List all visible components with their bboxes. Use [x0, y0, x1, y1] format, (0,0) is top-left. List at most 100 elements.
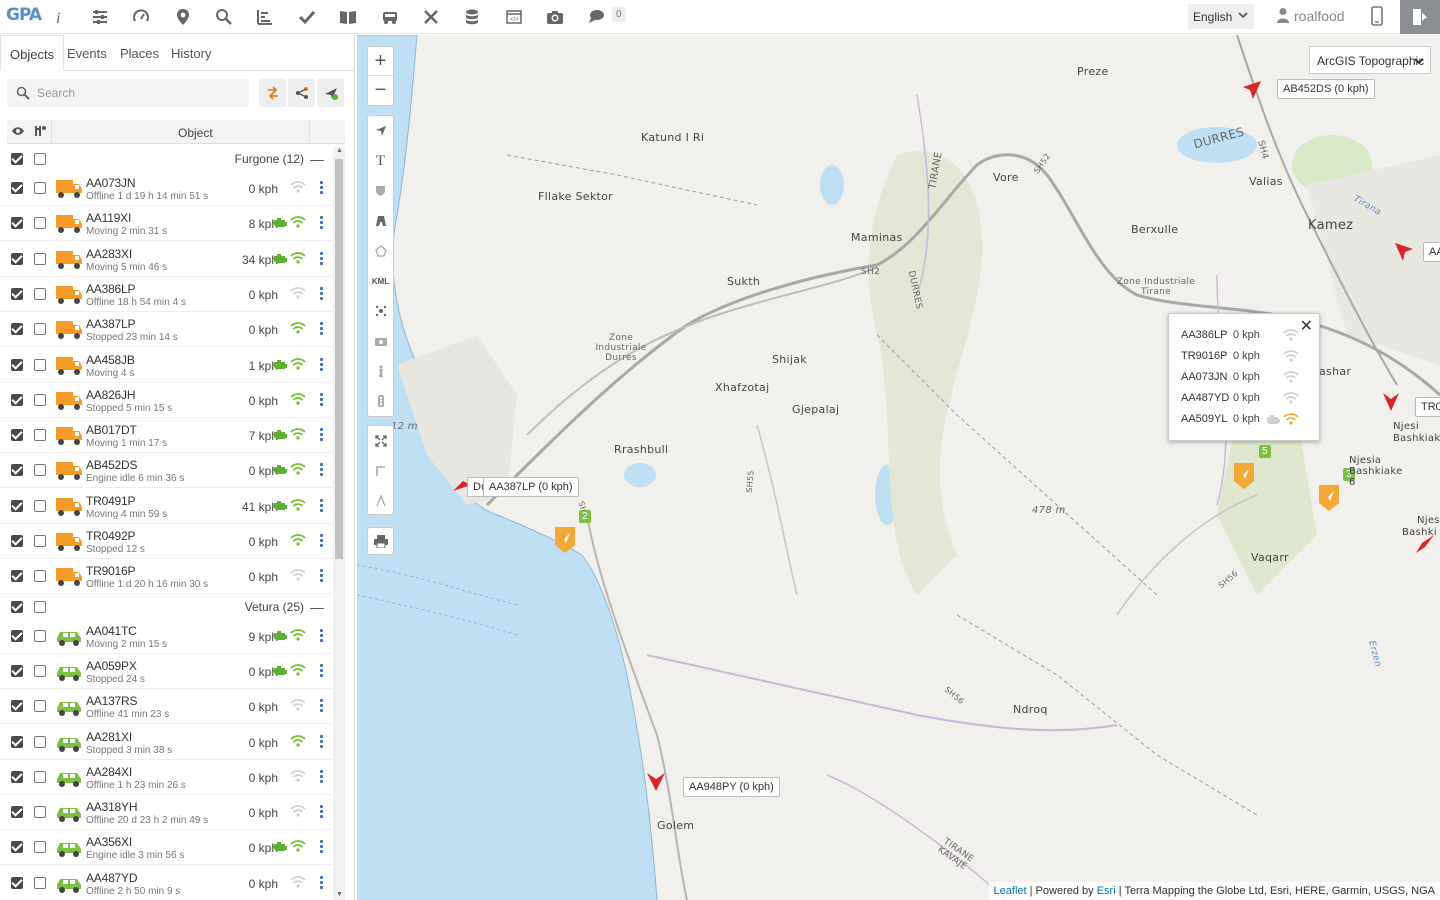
more-menu-icon[interactable] — [319, 286, 324, 304]
follow-icon[interactable] — [33, 124, 47, 138]
vehicle-marker-arrow[interactable] — [1241, 79, 1263, 101]
zoom-in-button[interactable]: + — [368, 47, 393, 76]
more-menu-icon[interactable] — [319, 734, 324, 752]
more-menu-icon[interactable] — [319, 180, 324, 198]
bus-icon[interactable] — [377, 4, 403, 30]
follow-checkbox[interactable] — [34, 323, 46, 336]
code-icon[interactable]: </> — [501, 4, 527, 30]
object-row[interactable]: AB017DT Moving 1 min 17 s 7 kph — [0, 418, 332, 454]
visible-checkbox[interactable] — [11, 664, 23, 677]
collapse-icon[interactable]: — — [310, 599, 324, 615]
group-follow-checkbox[interactable] — [34, 600, 46, 613]
visible-checkbox[interactable] — [11, 217, 23, 230]
vehicle-label[interactable]: AA948PY (0 kph) — [683, 777, 780, 797]
vehicle-marker-arrow[interactable] — [1381, 391, 1403, 413]
cluster-marker[interactable] — [1317, 483, 1341, 513]
group-row[interactable]: Vetura (25) — — [0, 595, 332, 619]
visible-checkbox[interactable] — [11, 770, 23, 783]
more-menu-icon[interactable] — [319, 427, 324, 445]
more-menu-icon[interactable] — [319, 839, 324, 857]
road-icon[interactable] — [368, 206, 393, 236]
more-menu-icon[interactable] — [319, 769, 324, 787]
follow-checkbox[interactable] — [34, 217, 46, 230]
cluster-icon[interactable] — [368, 296, 393, 326]
visible-checkbox[interactable] — [11, 464, 23, 477]
check-icon[interactable] — [294, 4, 320, 30]
user-menu[interactable]: roalfood — [1276, 7, 1345, 24]
follow-checkbox[interactable] — [34, 252, 46, 265]
object-row[interactable]: AA284XI Offline 1 h 23 min 26 s 0 kph — [0, 760, 332, 795]
close-icon[interactable]: ✕ — [1300, 316, 1313, 336]
chat-icon[interactable] — [583, 4, 609, 30]
more-menu-icon[interactable] — [319, 533, 324, 551]
tools-icon[interactable] — [418, 4, 444, 30]
object-row[interactable]: AA059PX Stopped 24 s 0 kph — [0, 654, 332, 689]
tab-events[interactable]: Events — [58, 35, 116, 71]
group-visible-checkbox[interactable] — [11, 153, 23, 165]
follow-checkbox[interactable] — [34, 664, 46, 677]
object-row[interactable]: AA458JB Moving 4 s 1 kph — [0, 348, 332, 383]
search-icon[interactable] — [211, 4, 237, 30]
visible-checkbox[interactable] — [11, 287, 23, 300]
visible-checkbox[interactable] — [11, 499, 23, 512]
follow-checkbox[interactable] — [34, 876, 46, 889]
visible-checkbox[interactable] — [11, 252, 23, 265]
visible-checkbox[interactable] — [11, 570, 23, 583]
object-row[interactable]: AB452DS Engine idle 6 min 36 s 0 kph — [0, 453, 332, 489]
vehicle-label[interactable]: AA387LP (0 kph) — [483, 477, 579, 497]
map-view[interactable]: Preze Katund I Ri Fllake Sektor TIRANE D… — [357, 35, 1440, 900]
group-visible-checkbox[interactable] — [11, 600, 23, 613]
esri-link[interactable]: Esri — [1097, 885, 1116, 897]
navigate-icon[interactable] — [368, 116, 393, 146]
visible-checkbox[interactable] — [11, 629, 23, 642]
follow-checkbox[interactable] — [34, 499, 46, 512]
object-row[interactable]: TR0492P Stopped 12 s 0 kph — [0, 524, 332, 559]
follow-checkbox[interactable] — [34, 429, 46, 442]
more-menu-icon[interactable] — [319, 357, 324, 375]
visible-checkbox[interactable] — [11, 535, 23, 547]
vehicle-label[interactable]: AA — [1423, 242, 1440, 262]
object-row[interactable]: AA073JN Offline 1 d 19 h 14 min 51 s 0 k… — [0, 171, 332, 206]
follow-checkbox[interactable] — [34, 806, 46, 819]
visible-checkbox[interactable] — [11, 735, 23, 748]
share-button[interactable] — [288, 79, 315, 107]
more-menu-icon[interactable] — [319, 804, 324, 822]
column-object[interactable]: Object — [178, 126, 213, 140]
list-scrollbar[interactable]: ▲ ▼ — [333, 147, 345, 900]
object-row[interactable]: TR9016P Offline 1 d 20 h 16 min 30 s 0 k… — [0, 559, 332, 595]
chart-icon[interactable] — [252, 4, 278, 30]
text-icon[interactable]: T — [368, 146, 393, 176]
visible-checkbox[interactable] — [11, 700, 23, 713]
vehicle-marker-arrow[interactable] — [1393, 241, 1415, 263]
zoom-out-button[interactable]: − — [368, 76, 393, 105]
camera-icon[interactable] — [368, 326, 393, 356]
vehicle-label[interactable]: TR0 — [1415, 397, 1440, 417]
object-row[interactable]: AA487YD Offline 2 h 50 min 9 s 0 kph — [0, 866, 332, 900]
follow-checkbox[interactable] — [34, 393, 46, 406]
object-row[interactable]: AA387LP Stopped 23 min 14 s 0 kph — [0, 312, 332, 348]
follow-checkbox[interactable] — [34, 358, 46, 371]
follow-checkbox[interactable] — [34, 735, 46, 748]
object-row[interactable]: AA283XI Moving 5 min 46 s 34 kph — [0, 242, 332, 277]
tab-places[interactable]: Places — [111, 35, 168, 71]
cluster-marker[interactable] — [1232, 461, 1256, 491]
eye-icon[interactable] — [11, 125, 25, 137]
more-menu-icon[interactable] — [319, 568, 324, 586]
object-row[interactable]: AA281XI Stopped 3 min 38 s 0 kph — [0, 725, 332, 760]
object-row[interactable]: AA041TC Moving 2 min 15 s 9 kph — [0, 619, 332, 654]
polygon-icon[interactable] — [368, 236, 393, 266]
more-menu-icon[interactable] — [319, 498, 324, 516]
shield-icon[interactable] — [368, 176, 393, 206]
vehicle-label[interactable]: AB452DS (0 kph) — [1277, 79, 1375, 99]
info-icon[interactable]: i — [46, 4, 72, 30]
collapse-icon[interactable]: — — [310, 151, 324, 167]
more-menu-icon[interactable] — [319, 321, 324, 339]
refresh-button[interactable] — [259, 79, 286, 107]
follow-checkbox[interactable] — [34, 287, 46, 300]
object-row[interactable]: AA386LP Offline 18 h 54 min 4 s 0 kph — [0, 277, 332, 312]
follow-checkbox[interactable] — [34, 700, 46, 713]
search-input[interactable]: Search — [7, 79, 249, 107]
visible-checkbox[interactable] — [11, 876, 23, 889]
visible-checkbox[interactable] — [11, 806, 23, 819]
person-icon[interactable] — [368, 356, 393, 386]
